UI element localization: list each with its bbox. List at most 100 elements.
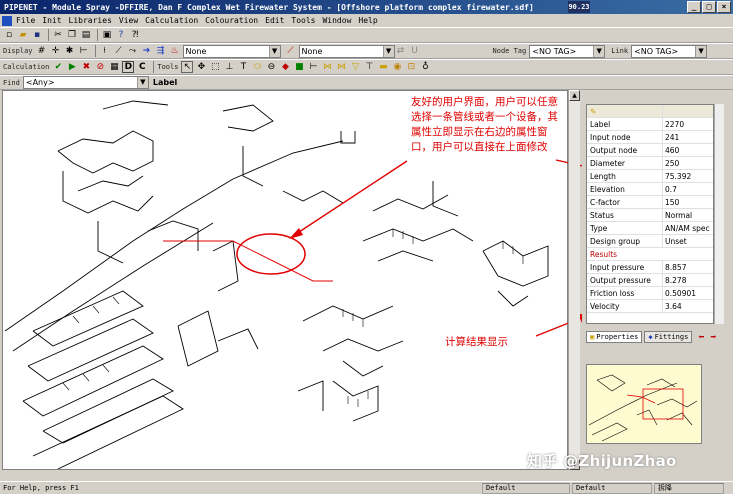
flow-icon[interactable]: ⇶ [155, 45, 167, 57]
open-folder-icon[interactable]: ▰ [17, 29, 29, 41]
property-row[interactable]: Input node 241 [587, 131, 713, 144]
link-tool-icon[interactable]: ⊥ [223, 61, 235, 73]
tab-properties[interactable]: ▣ Properties [586, 331, 643, 343]
colour-node-icon[interactable]: ♨ [169, 45, 181, 57]
colour-link-icon[interactable]: ⟋ [285, 45, 297, 57]
scroll-up-icon[interactable]: ▲ [569, 90, 580, 101]
node-tag-combo[interactable]: <NO TAG> ▼ [529, 44, 606, 58]
properties-tab-icon: ▣ [590, 333, 595, 341]
properties-scrollbar[interactable] [714, 104, 724, 324]
new-file-icon[interactable]: ▫ [3, 29, 15, 41]
pipe-icon[interactable]: ⟋ [113, 45, 125, 57]
property-row[interactable]: Diameter 250 [587, 157, 713, 170]
menu-calculation[interactable]: Calculation [145, 16, 198, 25]
minimize-button[interactable]: _ [687, 1, 701, 13]
d-button[interactable]: D [122, 61, 135, 73]
close-button[interactable]: × [717, 1, 731, 13]
paste-icon[interactable]: ▤ [80, 29, 92, 41]
results-annotation: 计算结果显示 [445, 336, 508, 348]
menu-libraries[interactable]: Libraries [69, 16, 112, 25]
display-link-combo[interactable]: None ▼ [298, 44, 395, 58]
hydrant-icon[interactable]: ♁ [419, 61, 431, 73]
snowflake-icon[interactable]: ✱ [64, 45, 76, 57]
property-row[interactable]: Output node 460 [587, 144, 713, 157]
display-node-combo[interactable]: None ▼ [182, 44, 281, 58]
valve-icon[interactable]: ⋈ [321, 61, 333, 73]
menu-edit[interactable]: Edit [265, 16, 284, 25]
property-row[interactable]: Length 75.392 [587, 170, 713, 183]
context-help-icon[interactable]: ⁈ [129, 29, 141, 41]
label-tool-icon[interactable]: ⬭ [251, 61, 263, 73]
display-label: Display [3, 47, 33, 55]
link-tag-combo[interactable]: <NO TAG> ▼ [631, 44, 708, 58]
check-valve-icon[interactable]: ⋈ [335, 61, 347, 73]
tab-fittings[interactable]: ◆ Fittings [644, 331, 693, 343]
menu-file[interactable]: File [16, 16, 35, 25]
sprinkler-icon[interactable]: ⊡ [405, 61, 417, 73]
menu-view[interactable]: View [119, 16, 138, 25]
u-button[interactable]: U [409, 45, 421, 57]
property-row[interactable]: Elevation 0.7 [587, 183, 713, 196]
overview-map[interactable] [586, 364, 702, 444]
stop-icon[interactable]: ✖ [80, 61, 92, 73]
save-icon[interactable]: ▪ [31, 29, 43, 41]
tab-nav-arrows-icon[interactable]: ⬅ ➡ [698, 332, 716, 343]
pencil-icon[interactable]: ✎ [587, 105, 663, 117]
property-row[interactable]: Design group Unset [587, 235, 713, 248]
cut-icon[interactable]: ✂ [52, 29, 64, 41]
canvas-vertical-scrollbar[interactable]: ▲ ▼ [568, 90, 580, 470]
node-icon[interactable]: ⍿ [99, 45, 111, 57]
fitting-icon[interactable]: ▬ [377, 61, 389, 73]
result-row: Velocity 3.64 [587, 300, 713, 313]
clear-icon[interactable]: ⊘ [94, 61, 106, 73]
run-icon[interactable]: ▶ [66, 61, 78, 73]
nozzle-icon[interactable]: ◆ [279, 61, 291, 73]
maximize-button[interactable]: □ [702, 1, 716, 13]
text-tool-icon[interactable]: T [237, 61, 249, 73]
check-icon[interactable]: ✔ [52, 61, 64, 73]
properties-grid[interactable]: ✎ Label 2270 Input node 241 Output node 460… [586, 104, 714, 324]
results-icon[interactable]: ▦ [108, 61, 120, 73]
network-canvas[interactable]: 友好的用户界面，用户可以任意选择一条管线或者一个设备，其属性立即显示在右边的属性… [2, 90, 568, 470]
print-icon[interactable]: ▣ [101, 29, 113, 41]
property-row[interactable]: Label 2270 [587, 118, 713, 131]
pointer-icon[interactable]: ↖ [181, 61, 194, 73]
link-tag-value: <NO TAG> [634, 46, 679, 56]
menu-help[interactable]: Help [358, 16, 377, 25]
menu-tools[interactable]: Tools [291, 16, 315, 25]
copy-icon[interactable]: ❐ [66, 29, 78, 41]
property-row[interactable]: Type AN/AM spec [587, 222, 713, 235]
tank-icon[interactable]: ■ [293, 61, 305, 73]
branch-icon[interactable]: ⤳ [127, 45, 139, 57]
property-row[interactable]: Status Normal [587, 209, 713, 222]
property-row[interactable]: C-factor 150 [587, 196, 713, 209]
select-box-icon[interactable]: ⬚ [209, 61, 221, 73]
properties-header: ✎ [587, 105, 713, 118]
find-type-value: <Any> [25, 78, 55, 87]
help-icon[interactable]: ? [115, 29, 127, 41]
menu-window[interactable]: Window [322, 16, 351, 25]
equipment-icon[interactable]: ⊤ [363, 61, 375, 73]
link-tag-label: Link [611, 47, 629, 55]
grid-icon[interactable]: # [36, 45, 48, 57]
cross-icon[interactable]: ✛ [50, 45, 62, 57]
result-row: Input pressure 8.857 [587, 261, 713, 274]
find-type-combo[interactable]: <Any> ▼ [22, 76, 149, 89]
menu-colouration[interactable]: Colouration [205, 16, 258, 25]
bracket-icon[interactable]: ⊢ [78, 45, 90, 57]
move-icon[interactable]: ✥ [195, 61, 207, 73]
display-node-value: None [185, 46, 207, 56]
menu-init[interactable]: Init [42, 16, 61, 25]
find-label-field[interactable]: Label [150, 76, 261, 89]
app-icon[interactable] [2, 15, 12, 26]
find-label-value: Label [152, 78, 178, 87]
pipe-tool-icon[interactable]: ⊢ [307, 61, 319, 73]
pump-icon[interactable]: ⊖ [265, 61, 277, 73]
filter-icon[interactable]: ▽ [349, 61, 361, 73]
deluge-icon[interactable]: ◉ [391, 61, 403, 73]
c-button[interactable]: C [136, 61, 148, 73]
arrow-icon[interactable]: ➔ [141, 45, 153, 57]
status-bar: For Help, press F1 Default Default 拆降 [0, 481, 733, 494]
title-bar: PIPENET - Module Spray -DFFIRE, Dan F Co… [0, 0, 733, 14]
unit-icon[interactable]: ⇄ [395, 45, 407, 57]
